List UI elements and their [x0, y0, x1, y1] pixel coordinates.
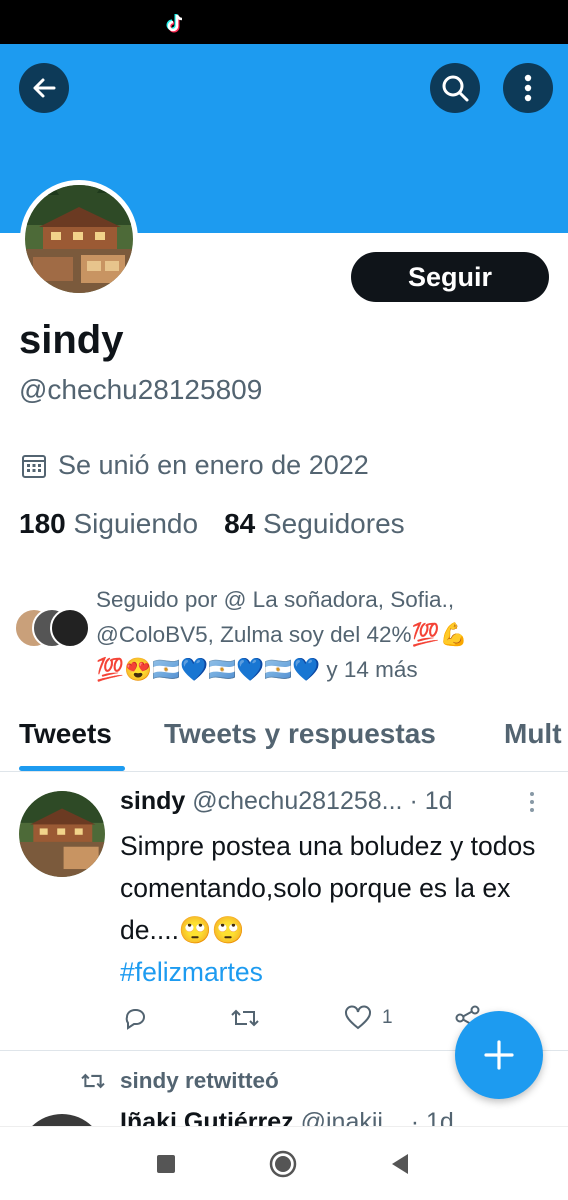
reply-icon	[125, 1009, 145, 1030]
retweet-icon	[231, 1009, 259, 1027]
back-arrow-icon	[33, 78, 56, 98]
tweet-text: Simpre postea una boludez y todos coment…	[120, 831, 536, 945]
retweet-handle-time: @inakii... · 1d	[293, 1108, 454, 1126]
tweet[interactable]: sindy @chechu281258... · 1d Simpre poste…	[0, 773, 568, 1051]
tab-indicator	[19, 766, 125, 771]
followers-link[interactable]: 84 Seguidores	[224, 508, 405, 540]
tiktok-icon	[166, 14, 183, 33]
profile-avatar[interactable]	[20, 180, 138, 298]
like-icon	[345, 1005, 371, 1030]
retweet-icon	[81, 1073, 105, 1089]
profile-name: sindy	[19, 318, 124, 362]
like-button[interactable]: 1	[344, 1005, 393, 1031]
followed-by-text: Seguido por @ La soñadora, Sofia., @Colo…	[96, 587, 468, 682]
nav-triangle-icon[interactable]	[388, 1151, 412, 1177]
tweet-header: sindy @chechu281258... · 1d	[120, 787, 530, 816]
tweet-body: Simpre postea una boludez y todos coment…	[120, 825, 560, 993]
more-options-button[interactable]	[503, 63, 553, 113]
tab-tweets[interactable]: Tweets	[19, 718, 112, 750]
more-vertical-icon[interactable]	[528, 791, 536, 813]
profile-handle: @chechu28125809	[19, 374, 263, 405]
retweet-header: Iñaki Gutiérrez @inakii... · 1d	[120, 1108, 454, 1126]
avatar	[50, 608, 90, 648]
more-vertical-icon	[524, 74, 532, 102]
calendar-icon	[22, 454, 46, 478]
retweet-button[interactable]	[230, 1005, 260, 1031]
plus-icon	[484, 1040, 514, 1070]
following-link[interactable]: 180 Siguiendo	[19, 508, 198, 540]
tab-multimedia[interactable]: Mult	[504, 718, 562, 750]
nav-square-icon[interactable]	[155, 1153, 177, 1175]
tweet-hashtag[interactable]: #felizmartes	[120, 951, 560, 993]
tweet-handle-time: @chechu281258... · 1d	[185, 787, 453, 815]
followed-by-avatars	[14, 608, 94, 650]
profile-tabs: Tweets Tweets y respuestas Mult	[0, 710, 568, 772]
retweet-label: sindy retwitteó	[80, 1068, 279, 1094]
joined-text: Se unió en enero de 2022	[58, 450, 369, 480]
cabin-photo	[19, 791, 105, 877]
back-button[interactable]	[19, 63, 69, 113]
reply-button[interactable]	[122, 1005, 148, 1031]
retweet-author-name[interactable]: Iñaki Gutiérrez	[120, 1108, 294, 1126]
tweet-avatar[interactable]	[19, 791, 105, 877]
search-button[interactable]	[430, 63, 480, 113]
nav-circle-icon[interactable]	[268, 1149, 298, 1179]
joined-date: Se unió en enero de 2022	[20, 450, 369, 481]
compose-tweet-button[interactable]	[455, 1011, 543, 1099]
followed-by[interactable]: Seguido por @ La soñadora, Sofia., @Colo…	[14, 578, 554, 688]
cabin-photo	[25, 185, 133, 293]
android-nav-bar	[0, 1126, 568, 1200]
retweet-avatar[interactable]	[19, 1114, 105, 1126]
status-bar	[0, 0, 568, 44]
tweet-author-name[interactable]: sindy	[120, 787, 185, 815]
follow-stats: 180 Siguiendo 84 Seguidores	[19, 508, 405, 540]
follow-button[interactable]: Seguir	[351, 252, 549, 302]
search-icon	[442, 75, 469, 102]
like-count: 1	[382, 1007, 393, 1028]
tab-tweets-replies[interactable]: Tweets y respuestas	[164, 718, 436, 750]
